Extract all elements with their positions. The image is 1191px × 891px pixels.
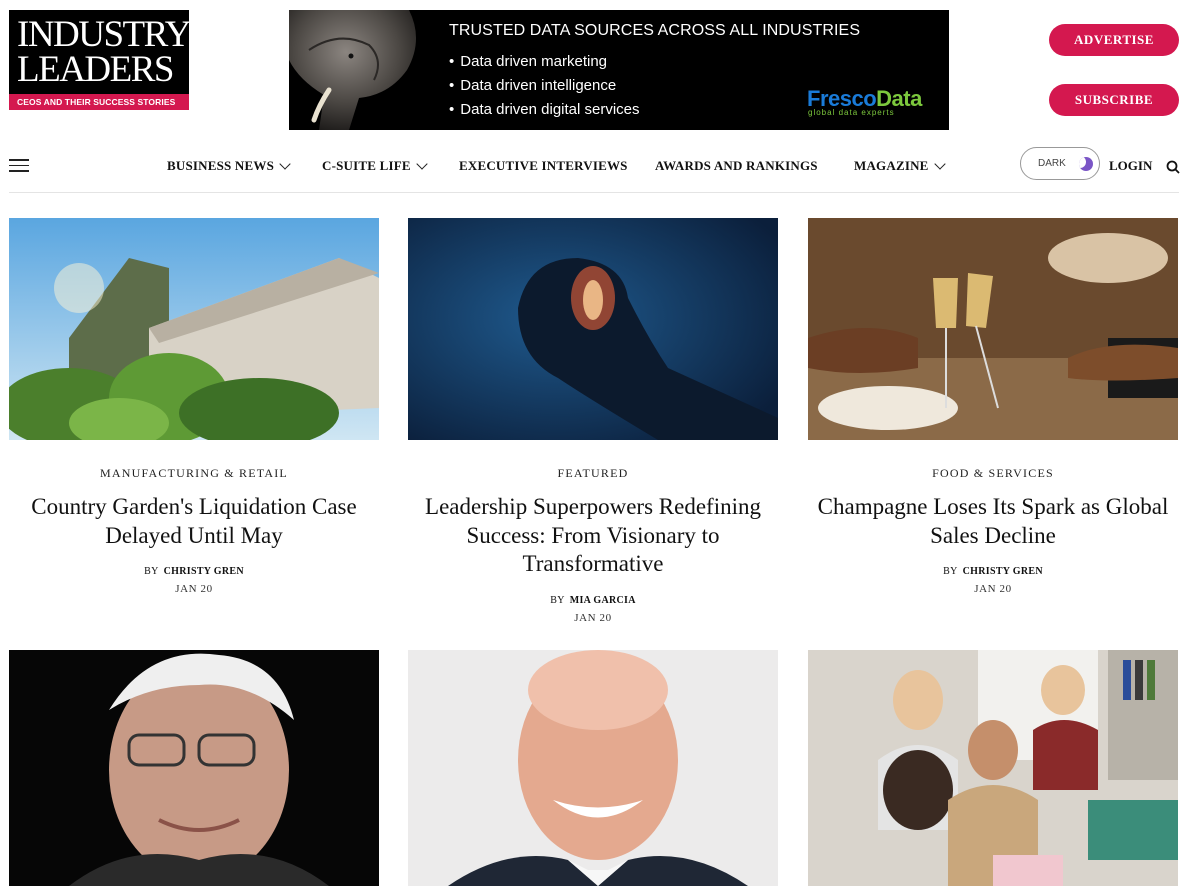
article-date: JAN 20 [974, 583, 1012, 595]
advertise-button[interactable]: ADVERTISE [1049, 24, 1179, 56]
chevron-down-icon [279, 157, 291, 170]
moon-icon [1078, 156, 1093, 171]
article-category[interactable]: MANUFACTURING & RETAIL [9, 466, 379, 481]
logo-tagline: CEOS AND THEIR SUCCESS STORIES [9, 94, 189, 110]
article-author[interactable]: MIA GARCIA [570, 595, 636, 606]
banner-title: TRUSTED DATA SOURCES ACROSS ALL INDUSTRI… [449, 22, 861, 39]
subscribe-button[interactable]: SUBSCRIBE [1049, 84, 1179, 116]
chevron-down-icon [416, 157, 428, 170]
article-author[interactable]: CHRISTY GREN [963, 566, 1043, 577]
dark-mode-toggle[interactable]: DARK [1020, 147, 1100, 180]
nav-item-business-news[interactable]: BUSINESS NEWS [167, 157, 291, 174]
nav-label: MAGAZINE [854, 158, 929, 173]
article-image[interactable] [808, 218, 1178, 440]
article-category[interactable]: FOOD & SERVICES [808, 466, 1178, 481]
banner-bullet: Data driven intelligence [449, 74, 640, 98]
brand-subtitle: global data experts [808, 108, 895, 117]
banner-bullet: Data driven marketing [449, 50, 640, 74]
nav-item-awards-rankings[interactable]: AWARDS AND RANKINGS [655, 158, 818, 174]
banner-ad[interactable]: TRUSTED DATA SOURCES ACROSS ALL INDUSTRI… [289, 10, 949, 130]
article-title[interactable]: Champagne Loses Its Spark as Global Sale… [816, 493, 1170, 550]
main-nav: BUSINESS NEWS C-SUITE LIFE EXECUTIVE INT… [9, 145, 1180, 193]
article-card[interactable] [408, 650, 778, 891]
by-label: BY [943, 566, 958, 577]
nav-label: BUSINESS NEWS [167, 158, 275, 173]
article-image[interactable] [9, 650, 379, 886]
article-image[interactable] [408, 218, 778, 440]
article-card[interactable]: FOOD & SERVICES Champagne Loses Its Spar… [808, 218, 1178, 595]
chevron-down-icon [933, 157, 946, 170]
site-logo[interactable]: INDUSTRY LEADERS CEOS AND THEIR SUCCESS … [9, 10, 192, 110]
hamburger-menu-icon[interactable] [9, 159, 29, 173]
article-card[interactable]: MANUFACTURING & RETAIL Country Garden's … [0, 218, 379, 595]
search-icon[interactable] [1166, 160, 1180, 174]
article-card[interactable] [808, 650, 1178, 891]
nav-item-executive-interviews[interactable]: EXECUTIVE INTERVIEWS [459, 158, 628, 174]
banner-bullets: Data driven marketing Data driven intell… [449, 50, 640, 122]
article-date: JAN 20 [175, 583, 213, 595]
login-link[interactable]: LOGIN [1109, 158, 1152, 174]
article-image[interactable] [808, 650, 1178, 886]
article-byline: BY CHRISTY GREN [808, 566, 1178, 577]
logo-line-2: LEADERS [17, 49, 175, 90]
article-category[interactable]: FEATURED [408, 466, 778, 481]
article-title[interactable]: Country Garden's Liquidation Case Delaye… [17, 493, 371, 550]
logo-line-1: INDUSTRY [17, 14, 192, 55]
banner-bullet: Data driven digital services [449, 98, 639, 122]
article-byline: BY MIA GARCIA [408, 595, 778, 606]
nav-label: EXECUTIVE INTERVIEWS [459, 158, 628, 173]
article-date: JAN 20 [574, 611, 612, 624]
by-label: BY [550, 594, 565, 606]
nav-item-c-suite-life[interactable]: C-SUITE LIFE [322, 157, 428, 174]
nav-item-magazine[interactable]: MAGAZINE [854, 157, 946, 174]
article-card[interactable] [9, 650, 379, 891]
article-image[interactable] [408, 650, 778, 886]
article-title[interactable]: Leadership Superpowers Redefining Succes… [416, 493, 770, 579]
article-image[interactable] [0, 218, 379, 448]
article-author[interactable]: CHRISTY GREN [164, 566, 244, 577]
by-label: BY [144, 566, 159, 577]
article-byline: BY CHRISTY GREN [9, 566, 379, 577]
nav-label: AWARDS AND RANKINGS [655, 158, 818, 173]
dark-label: DARK [1038, 158, 1066, 169]
nav-label: C-SUITE LIFE [322, 158, 411, 173]
elephant-image [289, 10, 429, 130]
article-card[interactable]: FEATURED Leadership Superpowers Redefini… [408, 218, 778, 624]
